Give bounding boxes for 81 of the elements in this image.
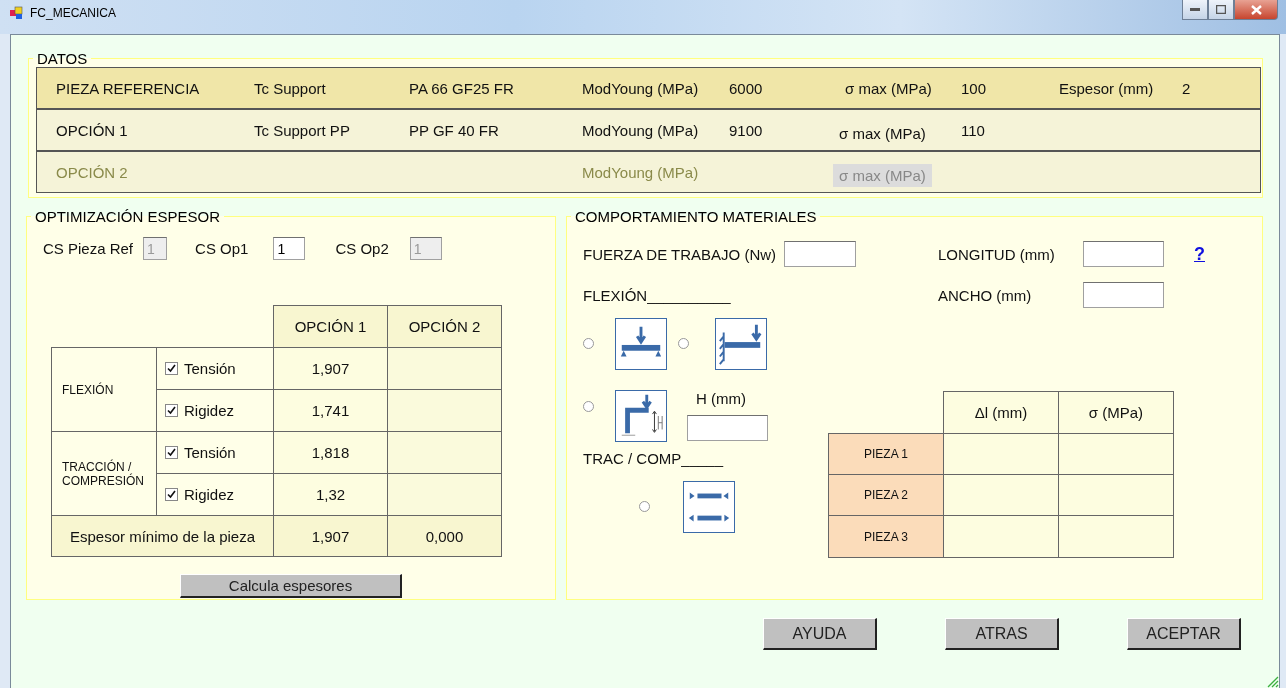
- thickness-label: Espesor (mm): [1059, 79, 1154, 97]
- checkbox-label: Rigidez: [184, 402, 235, 419]
- stress-label: σ max (MPa): [839, 124, 926, 142]
- resize-grip-icon: [1265, 674, 1279, 688]
- maximize-button[interactable]: [1208, 0, 1234, 20]
- height-label: H (mm): [696, 390, 747, 407]
- help-link[interactable]: ?: [1194, 243, 1205, 265]
- thickness-value: 2: [1182, 79, 1191, 97]
- group-title: OPTIMIZACIÓN ESPESOR: [34, 208, 222, 225]
- radio-button[interactable]: [583, 401, 594, 412]
- dialog-button[interactable]: AYUDA: [763, 618, 877, 650]
- close-button[interactable]: [1234, 0, 1278, 20]
- row-header: PIEZA 1: [828, 433, 944, 475]
- row-label: OPCIÓN 2: [56, 163, 128, 181]
- simply-supported-beam-icon: [615, 318, 667, 370]
- app-icon: [10, 6, 24, 20]
- calculate-button[interactable]: Calcula espesores: [180, 574, 402, 598]
- minimize-button[interactable]: [1182, 0, 1208, 20]
- table-cell: 1,818: [273, 431, 388, 474]
- row-label: PIEZA REFERENCIA: [56, 79, 200, 97]
- group-title: DATOS: [36, 50, 89, 67]
- axial-title: TRAC / COMP_____: [583, 450, 725, 467]
- checkbox[interactable]: [165, 362, 178, 375]
- stress-label: σ max (MPa): [833, 163, 932, 187]
- modulus-label: ModYoung (MPa): [582, 79, 699, 97]
- stress-value: 110: [961, 121, 985, 139]
- modulus-label: ModYoung (MPa): [582, 121, 699, 139]
- column-header: OPCIÓN 2: [387, 305, 502, 348]
- axial-load-icon: [683, 481, 735, 533]
- width-field[interactable]: [1083, 282, 1164, 308]
- checkbox-label: Tensión: [184, 360, 236, 377]
- minimize-icon: [1190, 7, 1200, 12]
- bracket-icon: [615, 390, 667, 442]
- dialog-button[interactable]: ACEPTAR: [1127, 618, 1241, 650]
- table-cell: 1,907: [273, 515, 388, 557]
- stress-value: 100: [961, 79, 987, 97]
- safety-factor-label: CS Pieza Ref: [43, 240, 134, 257]
- radio-button[interactable]: [583, 338, 594, 349]
- row-label: OPCIÓN 1: [56, 121, 128, 139]
- force-label: FUERZA DE TRABAJO (Nw): [583, 245, 777, 263]
- modulus-value: 6000: [729, 79, 763, 97]
- table-cell: 0,000: [387, 515, 502, 557]
- column-header: OPCIÓN 1: [273, 305, 388, 348]
- group-title: COMPORTAMIENTO MATERIALES: [574, 208, 818, 225]
- modulus-label: ModYoung (MPa): [582, 163, 699, 181]
- group-label: FLEXIÓN: [51, 347, 157, 432]
- summary-label: Espesor mínimo de la pieza: [51, 515, 274, 557]
- height-field[interactable]: [687, 415, 768, 441]
- material-name: PA 66 GF25 FR: [409, 79, 514, 97]
- close-icon: [1250, 4, 1262, 15]
- length-label: LONGITUD (mm): [938, 245, 1056, 263]
- part-name: Tc Support PP: [254, 121, 350, 139]
- safety-factor-label: CS Op1: [195, 240, 249, 257]
- table-cell: 1,741: [273, 389, 388, 432]
- column-header: σ (MPa): [1058, 391, 1174, 434]
- radio-button[interactable]: [639, 501, 650, 512]
- bending-title: FLEXIÓN__________: [583, 286, 732, 304]
- checkbox-label: Rigidez: [184, 486, 235, 503]
- safety-factor-label: CS Op2: [335, 240, 389, 257]
- modulus-value: 9100: [729, 121, 763, 139]
- table-cell: 1,32: [273, 473, 388, 516]
- column-header: Δl (mm): [943, 391, 1059, 434]
- checkbox[interactable]: [165, 446, 178, 459]
- checkbox[interactable]: [165, 404, 178, 417]
- checkbox[interactable]: [165, 488, 178, 501]
- stress-label: σ max (MPa): [845, 79, 932, 97]
- table-cell: 1,907: [273, 347, 388, 390]
- material-name: PP GF 40 FR: [409, 121, 499, 139]
- window-title: FC_MECANICA: [30, 6, 116, 20]
- row-header: PIEZA 2: [828, 474, 944, 516]
- checkbox-label: Tensión: [184, 444, 236, 461]
- radio-button[interactable]: [678, 338, 689, 349]
- part-name: Tc Support: [254, 79, 326, 97]
- force-field[interactable]: [784, 241, 857, 267]
- row-header: PIEZA 3: [828, 515, 944, 558]
- width-label: ANCHO (mm): [938, 286, 1033, 304]
- safety-factor-field[interactable]: 1: [273, 237, 306, 260]
- dialog-button[interactable]: ATRAS: [945, 618, 1059, 650]
- cantilever-beam-icon: [715, 318, 767, 370]
- length-field[interactable]: [1083, 241, 1164, 267]
- maximize-icon: [1216, 5, 1226, 14]
